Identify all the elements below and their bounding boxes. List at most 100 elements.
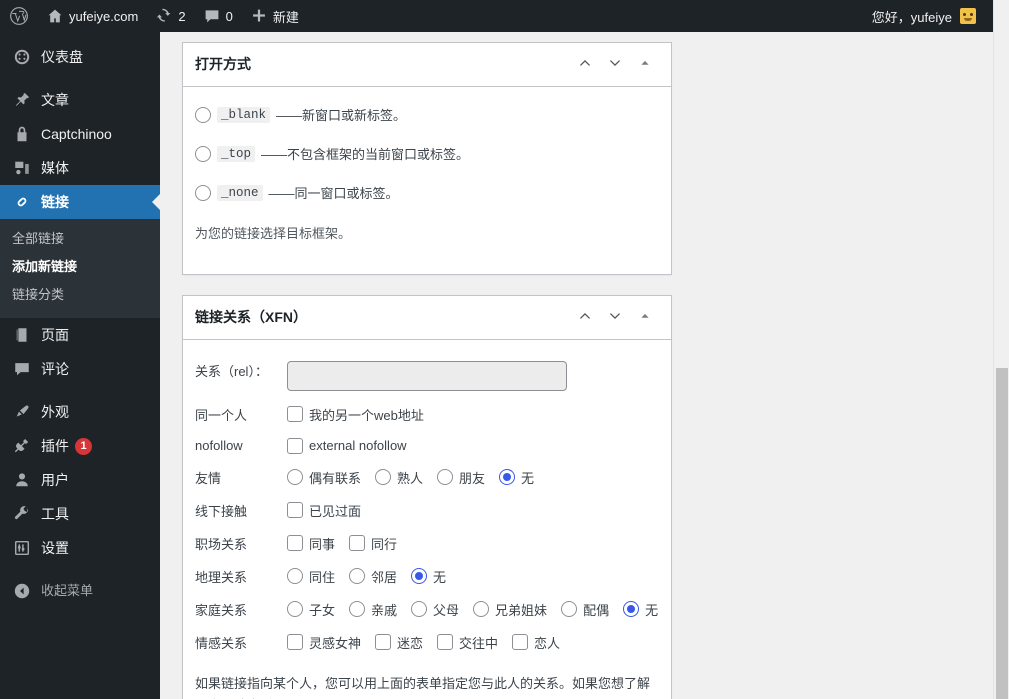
xfn-option[interactable]: 父母 [411,600,459,619]
xfn-option[interactable]: 朋友 [437,468,485,487]
xfn-option[interactable]: 灵感女神 [287,633,361,652]
xfn-option[interactable]: 熟人 [375,468,423,487]
toggle-triangle-icon [639,310,651,325]
xfn-option[interactable]: 无 [499,468,534,487]
sidebar-item-comments[interactable]: 评论 [0,352,160,386]
xfn-option[interactable]: 无 [623,600,658,619]
move-up-button[interactable] [571,51,599,79]
xfn-option[interactable]: 兄弟姐妹 [473,600,547,619]
my-account-button[interactable]: 您好，yufeiye [863,0,985,32]
xfn-option-label: external nofollow [309,438,407,454]
xfn-radio-acquaintance[interactable] [375,469,392,486]
xfn-radio-none-family[interactable] [623,601,640,618]
sidebar-subitem-all-links[interactable]: 全部链接 [0,225,160,253]
sidebar-item-appearance[interactable]: 外观 [0,395,160,429]
open-target-radio-top[interactable] [195,145,211,162]
xfn-option[interactable]: 邻居 [349,567,397,586]
xfn-radio-spouse[interactable] [561,601,578,618]
xfn-radio-contact[interactable] [287,469,303,486]
sidebar-item-tools[interactable]: 工具 [0,497,160,531]
sidebar-subitem-add-new-link[interactable]: 添加新链接 [0,253,160,281]
sidebar-item-links[interactable]: 链接 [0,185,160,219]
sidebar-item-label: 文章 [41,92,69,108]
page-scrollbar-thumb[interactable] [996,368,1008,699]
xfn-checkbox-muse[interactable] [287,634,303,651]
panel-xfn-header[interactable]: 链接关系（XFN） [183,296,671,340]
xfn-checkbox-coworker[interactable] [287,535,303,552]
sidebar-item-settings[interactable]: 设置 [0,531,160,565]
open-target-radio-blank[interactable] [195,106,211,123]
open-target-option-none[interactable]: _none ——同一窗口或标签。 [195,179,659,206]
comment-bubble-icon [204,8,220,24]
sidebar-item-dashboard[interactable]: 仪表盘 [0,40,160,74]
xfn-option[interactable]: 无 [411,567,446,586]
xfn-radio-none-friendship[interactable] [499,469,516,486]
wordpress-logo-button[interactable] [0,0,38,32]
open-target-option-top[interactable]: _top ——不包含框架的当前窗口或标签。 [195,140,659,167]
xfn-option[interactable]: 同行 [349,534,397,553]
xfn-radio-sibling[interactable] [473,601,490,618]
sidebar-item-captchinoo[interactable]: Captchinoo [0,117,160,151]
xfn-checkbox-colleague[interactable] [349,535,366,552]
wordpress-admin-screen: yufeiye.com 2 0 新建 您好，yufeiye 仪表盘 文章 Cap… [0,0,1009,699]
xfn-option[interactable]: 同事 [287,534,335,553]
comments-button[interactable]: 0 [195,0,242,32]
xfn-option[interactable]: 迷恋 [375,633,423,652]
admin-sidebar-menu: 仪表盘 文章 Captchinoo 媒体 链接 全部链接 添加新链接 链接分类 … [0,32,160,699]
collapse-arrow-icon [12,581,32,601]
xfn-option[interactable]: external nofollow [287,437,407,454]
xfn-option[interactable]: 我的另一个web地址 [287,405,424,424]
sidebar-item-posts[interactable]: 文章 [0,83,160,117]
media-icon [12,158,32,178]
xfn-radio-friend[interactable] [437,469,454,486]
xfn-footer-text: 如果链接指向某个人，您可以用上面的表单指定您与此人的关系。如果您想了解更多，请查… [195,673,659,699]
xfn-option[interactable]: 同住 [287,567,335,586]
move-up-button[interactable] [571,303,599,331]
user-icon [12,470,32,490]
move-down-button[interactable] [601,303,629,331]
xfn-radio-neighbor[interactable] [349,568,366,585]
xfn-checkbox-me[interactable] [287,406,303,423]
sidebar-item-users[interactable]: 用户 [0,463,160,497]
site-name-button[interactable]: yufeiye.com [38,0,147,32]
xfn-option[interactable]: 恋人 [512,633,560,652]
open-target-radio-none[interactable] [195,184,211,201]
xfn-row-physical: 线下接触 已见过面 [195,494,659,527]
open-target-option-blank[interactable]: _blank ——新窗口或新标签。 [195,101,659,128]
xfn-checkbox-date[interactable] [437,634,454,651]
xfn-checkbox-crush[interactable] [375,634,392,651]
xfn-option-label: 偶有联系 [309,470,362,486]
xfn-radio-co-resident[interactable] [287,568,303,585]
new-content-button[interactable]: 新建 [242,0,308,32]
move-down-button[interactable] [601,51,629,79]
xfn-rel-input[interactable] [287,360,567,391]
sidebar-item-pages[interactable]: 页面 [0,318,160,352]
xfn-option[interactable]: 配偶 [561,600,609,619]
xfn-checkbox-nofollow[interactable] [287,437,303,454]
xfn-option[interactable]: 交往中 [437,633,498,652]
toggle-panel-button[interactable] [631,51,659,79]
updates-button[interactable]: 2 [147,0,194,32]
sidebar-item-collapse-menu[interactable]: 收起菜单 [0,574,160,608]
sidebar-item-plugins[interactable]: 插件 1 [0,429,160,463]
xfn-radio-none-geo[interactable] [411,568,428,585]
xfn-option[interactable]: 偶有联系 [287,468,361,487]
panel-open-target-actions [571,51,659,79]
panel-open-target-header[interactable]: 打开方式 [183,43,671,87]
xfn-option[interactable]: 亲戚 [349,600,397,619]
open-target-text-top: ——不包含框架的当前窗口或标签。 [261,147,470,162]
xfn-option[interactable]: 子女 [287,600,335,619]
sidebar-item-media[interactable]: 媒体 [0,151,160,185]
page-scrollbar[interactable] [993,0,1009,699]
sidebar-subitem-link-categories[interactable]: 链接分类 [0,281,160,309]
xfn-option[interactable]: 已见过面 [287,501,361,520]
xfn-rel-label: 关系（rel）： [195,363,268,379]
new-content-label: 新建 [272,9,299,25]
xfn-radio-child[interactable] [287,601,303,618]
xfn-radio-kin[interactable] [349,601,366,618]
toggle-panel-button[interactable] [631,303,659,331]
sidebar-item-label: 插件 [41,438,69,454]
xfn-checkbox-sweetheart[interactable] [512,634,529,651]
xfn-checkbox-met[interactable] [287,502,303,519]
xfn-radio-parent[interactable] [411,601,428,618]
